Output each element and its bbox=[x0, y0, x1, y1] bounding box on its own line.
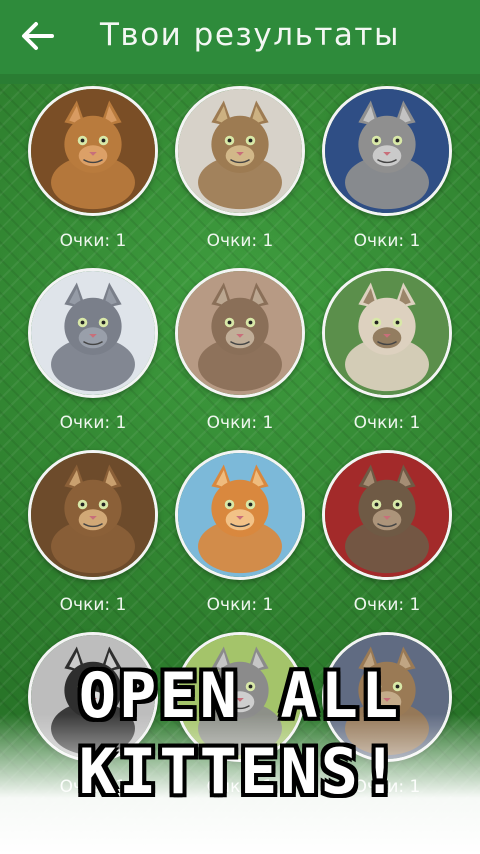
kitten-illustration bbox=[31, 89, 155, 213]
kitten-illustration bbox=[31, 271, 155, 395]
kitten-card[interactable]: Очки: 1 bbox=[20, 268, 166, 450]
cta-line-1: OPEN ALL bbox=[78, 659, 402, 732]
kitten-score-label: Очки: 1 bbox=[206, 595, 274, 615]
kitten-card[interactable]: Очки: 1 bbox=[314, 86, 460, 268]
cta-line-2: KITTENS! bbox=[78, 735, 402, 808]
kitten-card[interactable]: Очки: 1 bbox=[167, 268, 313, 450]
kitten-avatar[interactable] bbox=[28, 450, 158, 580]
kitten-score-label: Очки: 1 bbox=[59, 595, 127, 615]
kitten-illustration bbox=[325, 271, 449, 395]
back-arrow-icon bbox=[22, 22, 54, 50]
kitten-card[interactable]: Очки: 1 bbox=[20, 450, 166, 632]
kitten-illustration bbox=[325, 453, 449, 577]
results-screen: Твои результаты Очки: 1 Очки: 1 Очки: 1 … bbox=[0, 0, 480, 854]
kitten-score-label: Очки: 1 bbox=[353, 231, 421, 251]
kitten-avatar[interactable] bbox=[322, 86, 452, 216]
kitten-card[interactable]: Очки: 1 bbox=[20, 86, 166, 268]
kitten-score-label: Очки: 1 bbox=[206, 231, 274, 251]
kitten-avatar[interactable] bbox=[28, 86, 158, 216]
kitten-avatar[interactable] bbox=[175, 450, 305, 580]
kitten-score-label: Очки: 1 bbox=[59, 231, 127, 251]
kitten-avatar[interactable] bbox=[322, 450, 452, 580]
back-button[interactable] bbox=[10, 8, 66, 64]
kitten-card[interactable]: Очки: 1 bbox=[167, 450, 313, 632]
kitten-score-label: Очки: 1 bbox=[206, 413, 274, 433]
kitten-card[interactable]: Очки: 1 bbox=[167, 86, 313, 268]
kitten-illustration bbox=[178, 89, 302, 213]
kitten-score-label: Очки: 1 bbox=[353, 595, 421, 615]
open-all-kittens-banner: OPEN ALL KITTENS! bbox=[0, 658, 480, 810]
kitten-avatar[interactable] bbox=[175, 86, 305, 216]
kitten-illustration bbox=[178, 271, 302, 395]
page-title: Твои результаты bbox=[100, 17, 400, 53]
kitten-score-label: Очки: 1 bbox=[353, 413, 421, 433]
kitten-card[interactable]: Очки: 1 bbox=[314, 450, 460, 632]
kitten-card[interactable]: Очки: 1 bbox=[314, 268, 460, 450]
kitten-illustration bbox=[31, 453, 155, 577]
kitten-avatar[interactable] bbox=[322, 268, 452, 398]
kitten-avatar[interactable] bbox=[175, 268, 305, 398]
kitten-illustration bbox=[178, 453, 302, 577]
kitten-score-label: Очки: 1 bbox=[59, 413, 127, 433]
kitten-avatar[interactable] bbox=[28, 268, 158, 398]
top-app-bar: Твои результаты bbox=[0, 0, 480, 84]
kitten-illustration bbox=[325, 89, 449, 213]
